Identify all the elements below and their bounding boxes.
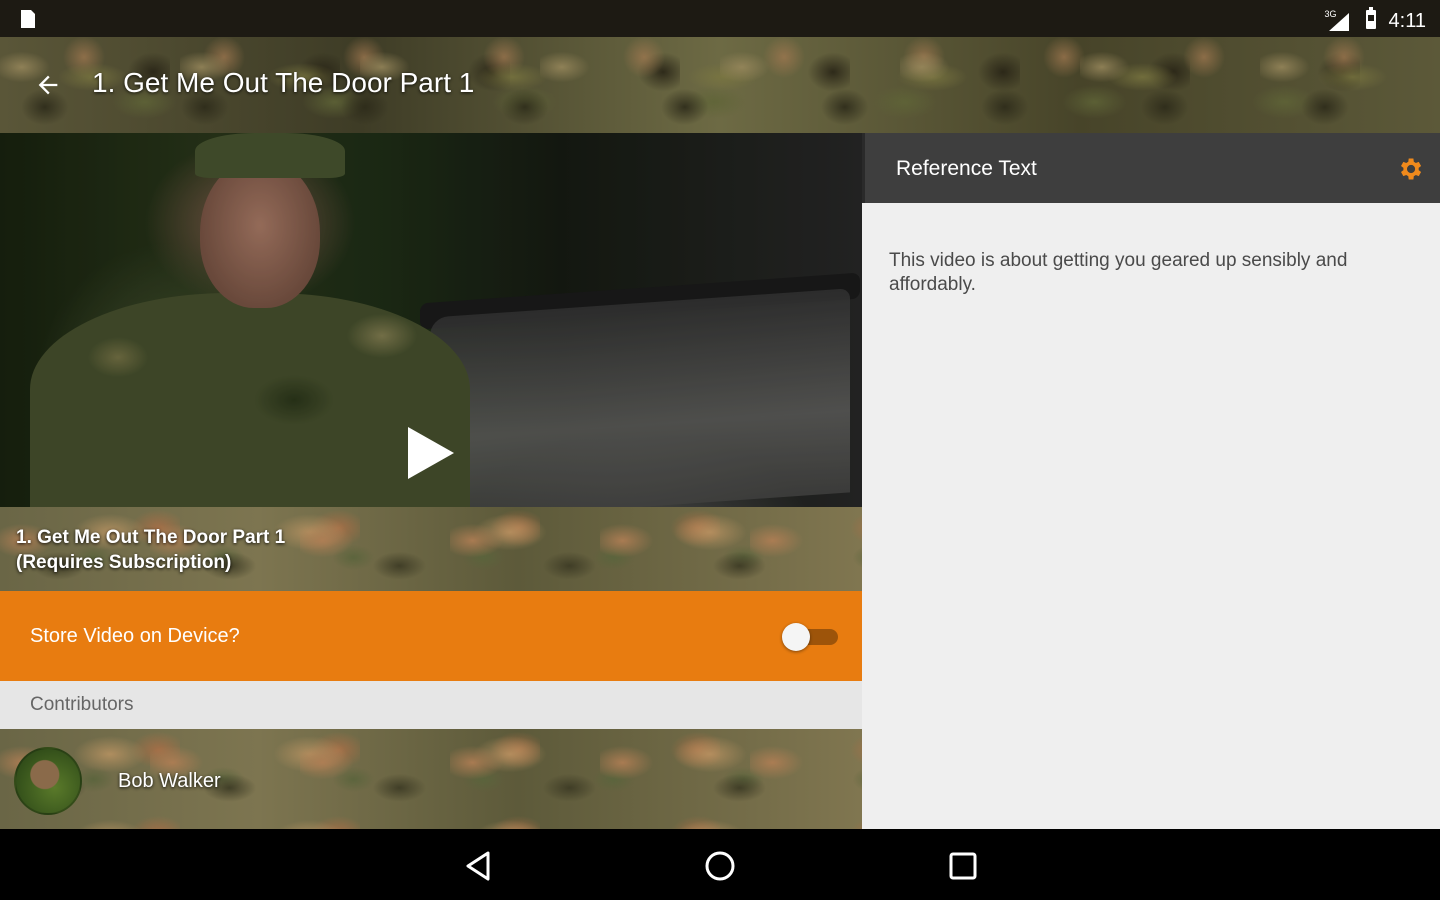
store-video-row: Store Video on Device?	[0, 591, 862, 681]
back-triangle-icon	[466, 851, 490, 881]
back-button[interactable]	[30, 67, 66, 103]
avatar	[14, 747, 82, 815]
status-bar: 3G 4:11	[0, 0, 1440, 37]
nav-recents-button[interactable]	[946, 849, 980, 883]
video-detail-pane: 1. Get Me Out The Door Part 1 (Requires …	[0, 133, 862, 829]
reference-body: This video is about getting you geared u…	[889, 250, 1348, 295]
reference-pane: Reference Text This video is about getti…	[862, 133, 1440, 829]
home-circle-icon	[705, 851, 735, 881]
nav-back-button[interactable]	[462, 849, 496, 883]
signal-icon: 3G	[1324, 8, 1353, 33]
page-title: 1. Get Me Out The Door Part 1	[92, 67, 475, 98]
reference-header: Reference Text	[862, 133, 1440, 203]
contributors-header: Contributors	[0, 681, 862, 729]
settings-button[interactable]	[1396, 155, 1424, 183]
recents-square-icon	[949, 852, 977, 880]
battery-icon	[1363, 7, 1379, 36]
sd-card-icon	[16, 8, 38, 35]
contributor-item[interactable]: Bob Walker	[0, 729, 862, 829]
clock: 4:11	[1388, 10, 1426, 32]
gear-icon	[1401, 158, 1422, 180]
video-caption-title: 1. Get Me Out The Door Part 1	[16, 527, 286, 548]
play-icon	[408, 427, 454, 479]
video-caption-subtitle: (Requires Subscription)	[16, 552, 232, 573]
system-nav-bar	[0, 829, 1440, 900]
video-player[interactable]	[0, 133, 862, 507]
arrow-back-icon	[38, 75, 58, 95]
network-label: 3G	[1324, 8, 1337, 19]
store-video-label: Store Video on Device?	[30, 624, 240, 647]
reference-title: Reference Text	[896, 157, 1037, 180]
app-bar: 1. Get Me Out The Door Part 1	[0, 37, 1440, 133]
play-button[interactable]	[402, 425, 458, 481]
contributor-name: Bob Walker	[118, 770, 221, 792]
video-caption: 1. Get Me Out The Door Part 1 (Requires …	[0, 507, 862, 591]
store-video-toggle[interactable]	[782, 623, 838, 651]
toggle-thumb	[782, 623, 810, 651]
nav-home-button[interactable]	[703, 849, 737, 883]
